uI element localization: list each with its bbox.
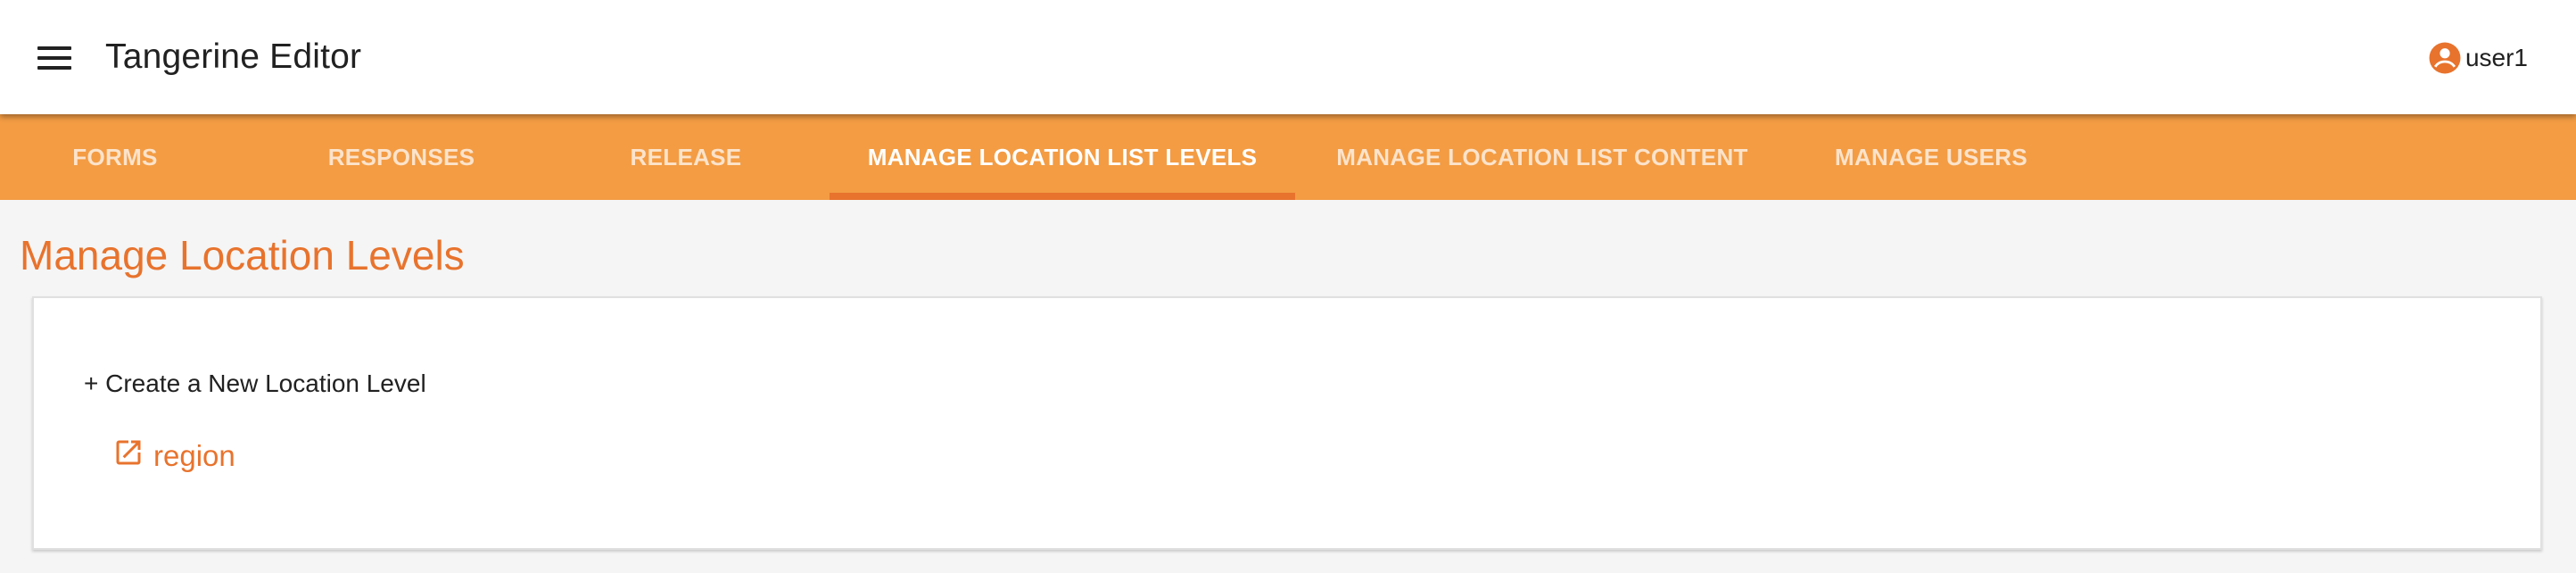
hamburger-menu-icon[interactable] [34, 39, 77, 77]
tab-manage-users[interactable]: MANAGE USERS [1814, 114, 2048, 200]
location-levels-card: + Create a New Location Level region [32, 296, 2542, 550]
tab-release[interactable]: RELEASE [571, 114, 801, 200]
page-title: Manage Location Levels [20, 232, 465, 278]
open-in-new-icon [116, 440, 141, 465]
location-level-label: region [153, 439, 235, 472]
user-name: user1 [2465, 44, 2528, 71]
app-toolbar: Tangerine Editor user1 [0, 0, 2576, 114]
tab-manage-location-list-levels[interactable]: MANAGE LOCATION LIST LEVELS [830, 114, 1295, 200]
tab-manage-location-list-content[interactable]: MANAGE LOCATION LIST CONTENT [1318, 114, 1766, 200]
tab-bar: FORMS RESPONSES RELEASE MANAGE LOCATION … [0, 114, 2576, 200]
app-title: Tangerine Editor [105, 37, 362, 76]
user-menu[interactable]: user1 [2426, 37, 2528, 79]
location-level-item[interactable]: region [112, 439, 235, 473]
create-location-level-button[interactable]: + Create a New Location Level [84, 370, 426, 398]
account-circle-icon [2429, 42, 2461, 74]
tab-forms[interactable]: FORMS [0, 114, 230, 200]
tab-responses[interactable]: RESPONSES [284, 114, 519, 200]
